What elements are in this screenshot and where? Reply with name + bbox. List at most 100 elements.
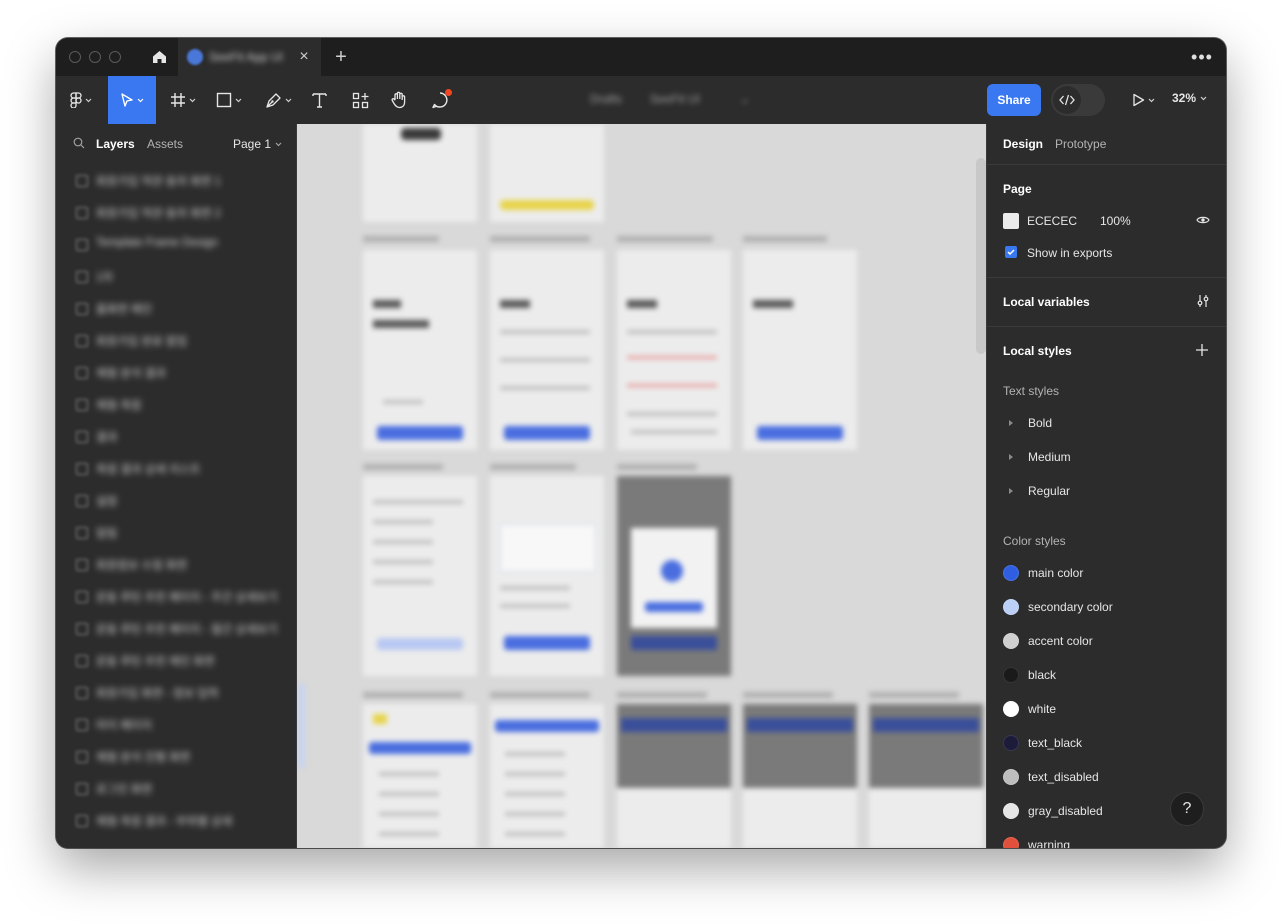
color-style-name: main color [1028, 566, 1084, 580]
layer-row[interactable]: Template Frame Design [56, 228, 296, 260]
text-style-item[interactable]: Regular [987, 477, 1226, 507]
layer-row[interactable]: 체형 측정 결과 - 부위별 상세 [56, 804, 296, 836]
page-color-hex[interactable]: ECECEC [1027, 214, 1077, 228]
search-icon[interactable] [73, 137, 85, 149]
present-button[interactable] [1126, 90, 1160, 110]
layer-row[interactable]: 운동 루틴 추천 메인 화면 [56, 644, 296, 676]
zoom-level: 32% [1172, 91, 1197, 105]
page-selector[interactable]: Page 1 [233, 137, 282, 151]
resources-tool-button[interactable] [348, 76, 372, 124]
expand-arrow-icon[interactable] [1009, 420, 1013, 426]
new-tab-button[interactable]: + [331, 47, 351, 67]
layer-row[interactable]: 홈화면 메인 [56, 292, 296, 324]
tab-prototype[interactable]: Prototype [1055, 137, 1106, 151]
frame-icon [76, 687, 88, 699]
tab-assets[interactable]: Assets [147, 137, 183, 151]
dev-mode-toggle[interactable] [1051, 84, 1105, 116]
text-style-item[interactable]: Medium [987, 443, 1226, 473]
layer-row[interactable]: 회원가입 약관 동의 화면 2 [56, 196, 296, 228]
color-style-item[interactable]: accent color [987, 627, 1226, 657]
hand-tool-button[interactable] [388, 76, 410, 124]
text-tool-button[interactable] [308, 76, 330, 124]
color-style-item[interactable]: text_black [987, 729, 1226, 759]
zoom-menu[interactable]: 32% [1172, 91, 1207, 105]
layer-row[interactable]: 로그인 화면 [56, 772, 296, 804]
page-opacity[interactable]: 100% [1100, 214, 1131, 228]
layer-row[interactable]: 알림 [56, 516, 296, 548]
layer-row[interactable]: 측정 결과 상세 리스트 [56, 452, 296, 484]
text-style-item[interactable]: Bold [987, 409, 1226, 439]
comment-tool-button[interactable] [428, 76, 452, 124]
layer-row[interactable]: 운동 루틴 추천 페이지 - 월간 상세보기 [56, 612, 296, 644]
toolbar: Drafts SeeFit UI ⌄ Share 32% [56, 76, 1226, 125]
plus-icon[interactable] [1196, 344, 1208, 356]
page-selector-label: Page 1 [233, 137, 272, 151]
chevron-down-icon [285, 98, 291, 102]
chevron-down-icon [1148, 98, 1154, 102]
pen-tool-button[interactable] [259, 76, 297, 124]
text-style-name: Medium [1028, 450, 1071, 464]
variables-icon[interactable] [1196, 294, 1210, 308]
show-in-exports-checkbox[interactable] [1005, 246, 1017, 258]
layer-row[interactable]: 체형 측정 [56, 388, 296, 420]
layer-row[interactable]: 운동 루틴 추천 페이지 - 주간 상세보기 [56, 580, 296, 612]
chevron-down-icon [137, 98, 144, 102]
layer-row[interactable]: 체형 분석 결과 [56, 356, 296, 388]
minimize-window-button[interactable] [89, 51, 101, 63]
canvas-vertical-scrollbar[interactable] [976, 158, 986, 354]
local-variables-title[interactable]: Local variables [1003, 295, 1090, 309]
layer-row[interactable]: 회원가입 완료 팝업 [56, 324, 296, 356]
expand-arrow-icon[interactable] [1009, 488, 1013, 494]
close-window-button[interactable] [69, 51, 81, 63]
color-style-item[interactable]: text_disabled [987, 763, 1226, 793]
main-menu-button[interactable] [62, 76, 100, 124]
tab-design[interactable]: Design [1003, 137, 1043, 151]
layer-row[interactable]: 회원정보 수정 화면 [56, 548, 296, 580]
breadcrumb-file[interactable]: SeeFit UI [650, 92, 700, 106]
frame-icon [76, 783, 88, 795]
color-swatch [1003, 701, 1019, 717]
color-style-item[interactable]: white [987, 695, 1226, 725]
close-tab-icon[interactable]: × [296, 47, 312, 67]
layer-row[interactable]: 결과 [56, 420, 296, 452]
play-icon [1132, 93, 1144, 107]
layer-row[interactable]: 설정 [56, 484, 296, 516]
frame-icon [171, 93, 185, 107]
home-tab[interactable] [140, 38, 178, 76]
expand-arrow-icon[interactable] [1009, 454, 1013, 460]
layer-name: 설정 [96, 496, 118, 508]
page-color-swatch[interactable] [1003, 213, 1019, 229]
tab-layers[interactable]: Layers [96, 137, 135, 151]
frame-icon [76, 175, 88, 187]
layer-row[interactable]: 회원가입 화면 - 정보 입력 [56, 676, 296, 708]
design-canvas[interactable] [297, 124, 986, 848]
chevron-down-icon [235, 98, 242, 102]
code-icon [1059, 94, 1075, 106]
more-options-button[interactable]: ••• [1184, 47, 1220, 67]
layer-name: Template Frame Design [96, 237, 219, 249]
zoom-window-button[interactable] [109, 51, 121, 63]
layer-name: 회원가입 약관 동의 화면 1 [96, 176, 221, 188]
frame-icon [76, 495, 88, 507]
chevron-down-icon [1200, 96, 1207, 100]
eye-icon[interactable] [1196, 215, 1210, 225]
hand-icon [391, 91, 406, 109]
layer-row[interactable]: 체형 분석 진행 화면 [56, 740, 296, 772]
color-style-item[interactable]: black [987, 661, 1226, 691]
layer-row[interactable]: 마이 페이지 [56, 708, 296, 740]
frame-tool-button[interactable] [166, 76, 200, 124]
chevron-down-icon[interactable]: ⌄ [740, 92, 750, 106]
color-style-item[interactable]: warning [987, 831, 1226, 848]
move-tool-button[interactable] [108, 76, 156, 124]
shape-tool-button[interactable] [212, 76, 246, 124]
frame-icon [76, 623, 88, 635]
breadcrumb-team[interactable]: Drafts [590, 92, 622, 106]
share-button[interactable]: Share [987, 84, 1041, 116]
help-button[interactable]: ? [1170, 792, 1204, 826]
color-style-item[interactable]: main color [987, 559, 1226, 589]
color-swatch [1003, 667, 1019, 683]
layer-row[interactable]: 회원가입 약관 동의 화면 1 [56, 164, 296, 196]
color-style-item[interactable]: secondary color [987, 593, 1226, 623]
file-tab[interactable]: SeeFit App UI × [178, 38, 321, 76]
layer-row[interactable]: 1차 [56, 260, 296, 292]
